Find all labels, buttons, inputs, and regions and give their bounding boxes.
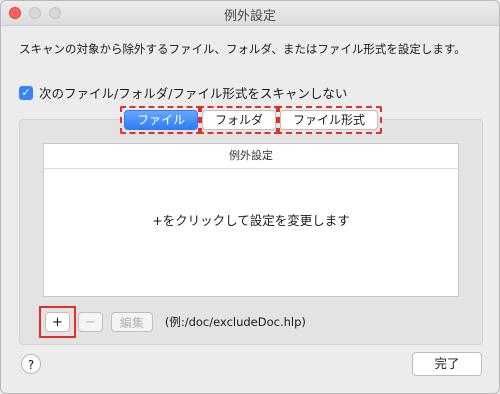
tab-file[interactable]: ファイル: [119, 106, 202, 134]
add-button[interactable]: +: [45, 312, 70, 332]
list-action-buttons: + − 編集 (例:/doc/excludeDoc.hlp): [39, 306, 306, 338]
example-path-text: (例:/doc/excludeDoc.hlp): [164, 315, 306, 329]
table-column-header[interactable]: 例外設定: [44, 144, 458, 169]
exception-list-table[interactable]: 例外設定 +をクリックして設定を変更します: [43, 143, 459, 297]
add-button-wrapper: +: [39, 306, 76, 338]
skip-scan-checkbox-label: 次のファイル/フォルダ/ファイル形式をスキャンしない: [39, 86, 348, 101]
empty-list-message: +をクリックして設定を変更します: [152, 213, 350, 228]
tab-file-type-label: ファイル形式: [293, 113, 366, 127]
tab-folder[interactable]: フォルダ: [197, 106, 280, 134]
exception-settings-window: 例外設定 スキャンの対象から除外するファイル、フォルダ、またはファイル形式を設定…: [0, 0, 500, 394]
titlebar: 例外設定: [1, 1, 499, 26]
tab-folder-label: フォルダ: [214, 113, 263, 127]
description-text: スキャンの対象から除外するファイル、フォルダ、またはファイル形式を設定します。: [19, 42, 466, 56]
tab-file-label: ファイル: [136, 113, 185, 127]
tab-file-type[interactable]: ファイル形式: [276, 106, 383, 134]
remove-button[interactable]: −: [77, 312, 103, 332]
done-button[interactable]: 完了: [412, 352, 482, 376]
edit-button[interactable]: 編集: [110, 312, 153, 332]
help-button[interactable]: ?: [21, 354, 41, 374]
window-title: 例外設定: [223, 9, 276, 24]
checkbox-checked-icon[interactable]: ✓: [19, 85, 33, 100]
exception-type-tabs: ファイル フォルダ ファイル形式: [1, 106, 499, 134]
skip-scan-checkbox-row[interactable]: ✓ 次のファイル/フォルダ/ファイル形式をスキャンしない: [19, 83, 347, 102]
